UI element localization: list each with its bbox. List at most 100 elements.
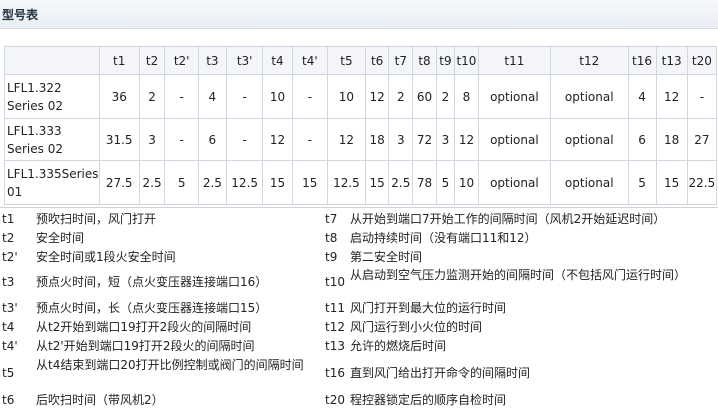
table-cell: 15 [655,160,688,205]
model-series: Series 02 [7,98,63,113]
header-cell: t4' [291,46,329,75]
legend-desc: 后吹扫时间（带风机2） [36,393,164,407]
legend-code: t4' [2,339,18,353]
model-series: 01 [7,184,23,199]
header-cell: t8 [412,46,437,75]
table-cell: 15 [262,160,293,205]
header-cell: t10 [454,46,479,75]
legend-code: t2 [2,231,15,245]
table-cell: 3 [435,118,456,161]
model-name: LFL1.333 [7,123,62,138]
legend-desc: 从启动到空气压力监测开始的间隔时间（不包括风门运行时间） [350,268,687,282]
table-cell: 27.5 [98,160,140,205]
table-cell: 2 [388,74,414,119]
legend-desc: 允许的燃烧后时间 [350,339,447,353]
table-cell: 3 [138,118,166,161]
legend-desc: 从开始到端口7开始工作的间隔时间（风机2开始延迟时间） [350,212,666,226]
table-cell: 5 [435,160,456,205]
legend-code: t3' [2,301,18,315]
header-cell: t11 [477,46,551,75]
legend-desc: 从t4结束到端口20打开比例控制或阀门的间隔时间 [36,358,304,372]
header-cell: t4 [262,46,293,75]
legend-desc: 从t2'开始到端口19打开2段火的间隔时间 [36,339,255,353]
legend-desc: 直到风门给出打开命令的间隔时间 [350,366,531,380]
table-cell: - [291,74,329,119]
table-cell: - [225,118,264,161]
header-cell: t6 [364,46,390,75]
header-cell: t1 [98,46,140,75]
table-cell: 72 [412,118,437,161]
table-cell: 15 [364,160,390,205]
table-cell: 36 [98,74,140,119]
table-cell: 22.5 [686,160,718,205]
legend: t1 预吹扫时间，风门打开 t7 从开始到端口7开始工作的间隔时间（风机2开始延… [0,207,718,414]
page-title: 型号表 [2,8,39,22]
table-cell: 12 [262,118,293,161]
table-row: LFL1.322 Series 02 36 2 - 4 - 10 - 10 12 … [4,74,718,119]
legend-desc: 启动持续时间（没有端口11和12） [350,231,537,245]
table-cell: optional [477,74,551,119]
header-cell: t3' [225,46,264,75]
table-cell: 5 [164,160,199,205]
header-cell [4,46,100,75]
table-cell: 10 [262,74,293,119]
table-cell: 5 [627,160,657,205]
table-cell: 12.5 [327,160,366,205]
table-cell: 78 [412,160,437,205]
model-cell: LFL1.322 Series 02 [4,74,100,119]
legend-code: t1 [2,212,15,226]
legend-desc: 预吹扫时间，风门打开 [36,212,157,226]
table-cell: 10 [454,160,479,205]
table-cell: 2 [435,74,456,119]
table-cell: 31.5 [98,118,140,161]
table-header-row: t1 t2 t2' t3 t3' t4 t4' t5 t6 t7 t8 t9 t… [4,46,718,75]
table-cell: 6 [197,118,227,161]
table-cell: 12 [655,74,688,119]
header-cell: t5 [327,46,366,75]
model-table: t1 t2 t2' t3 t3' t4 t4' t5 t6 t7 t8 t9 t… [4,46,718,205]
legend-code: t5 [2,366,15,380]
table-cell: 12 [327,118,366,161]
table-cell: optional [549,118,629,161]
model-name: LFL1.335Series [7,166,99,181]
table-cell: optional [549,160,629,205]
legend-desc: 风门打开到最大位的运行时间 [350,301,507,315]
table-row: LFL1.333 Series 02 31.5 3 - 6 - 12 - 12 1… [4,118,718,161]
legend-desc: 预点火时间，短（点火变压器连接端口16） [36,275,268,289]
legend-code: t4 [2,320,15,334]
table-cell: 2.5 [197,160,227,205]
table-cell: - [164,118,199,161]
table-cell: - [225,74,264,119]
header-cell: t12 [549,46,629,75]
table-cell: 12 [364,74,390,119]
table-cell: 18 [655,118,688,161]
table-cell: 15 [291,160,329,205]
table-cell: 3 [388,118,414,161]
header-cell: t2' [164,46,199,75]
header-cell: t9 [435,46,456,75]
table-cell: optional [477,118,551,161]
header-cell: t20 [686,46,718,75]
header-cell: t7 [388,46,414,75]
table-cell: 8 [454,74,479,119]
page: 型号表 t1 t2 t2' t3 t3' t4 t4' t5 t6 t7 t8 [0,0,718,413]
table-cell: 4 [627,74,657,119]
table-cell: - [164,74,199,119]
header-cell: t3 [197,46,227,75]
model-cell: LFL1.333 Series 02 [4,118,100,161]
legend-desc: 从t2开始到端口19打开2段火的间隔时间 [36,320,252,334]
legend-desc: 安全时间或1段火安全时间 [36,250,176,264]
table-cell: - [686,74,718,119]
legend-code: t6 [2,393,15,407]
table-cell: 60 [412,74,437,119]
legend-desc: 预点火时间，长（点火变压器连接端口15） [36,301,268,315]
header-cell: t13 [655,46,688,75]
table-cell: optional [477,160,551,205]
header-cell: t2 [138,46,166,75]
table-row: LFL1.335Series 01 27.5 2.5 5 2.5 12.5 15 … [4,160,718,205]
model-cell: LFL1.335Series 01 [4,160,100,205]
header-bar: 型号表 [0,0,718,29]
legend-desc: 风门运行到小火位的时间 [350,320,483,334]
table-cell: - [291,118,329,161]
table-cell: 18 [364,118,390,161]
